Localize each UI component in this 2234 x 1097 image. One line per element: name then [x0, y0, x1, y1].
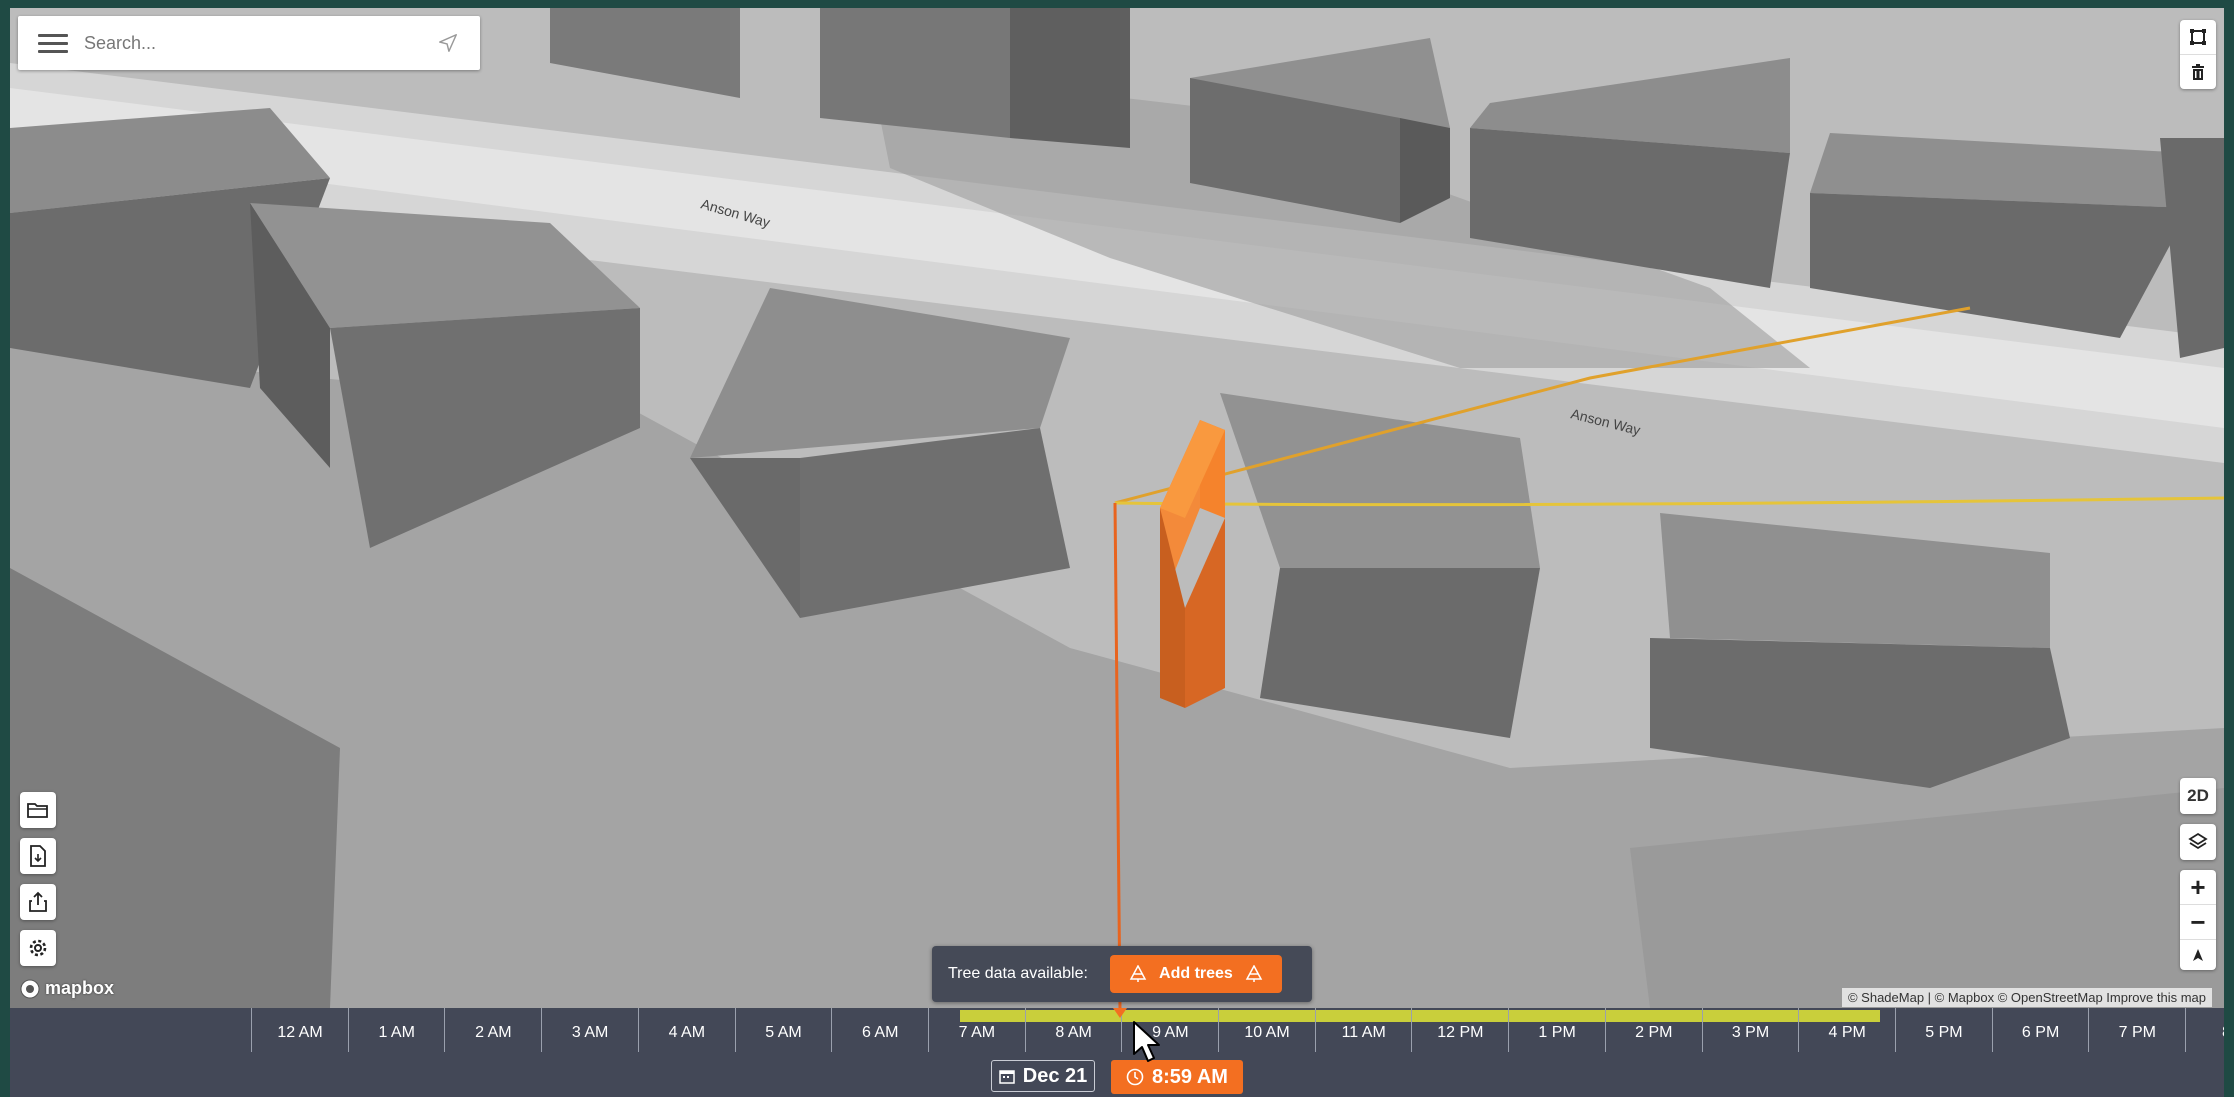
hour-tick-label: 2 PM	[1635, 1024, 1673, 1041]
view-2d-toggle[interactable]: 2D	[2180, 778, 2216, 814]
view-toggle-label: 2D	[2187, 786, 2209, 805]
hour-tick-label: 12 AM	[277, 1024, 323, 1041]
map-canvas[interactable]: Anson Way Anson Way	[10, 8, 2224, 1008]
compass-button[interactable]	[2180, 940, 2216, 970]
trash-icon	[2192, 64, 2204, 80]
hour-tick[interactable]: 10 AM	[1218, 1008, 1315, 1052]
tree-data-banner: Tree data available: Add trees	[932, 946, 1312, 1002]
zoom-in-button[interactable]: +	[2180, 870, 2216, 905]
hour-tick-label: 3 PM	[1731, 1024, 1770, 1041]
hour-tick-label: 4 PM	[1828, 1024, 1866, 1041]
menu-icon[interactable]	[38, 29, 68, 58]
draw-controls	[2180, 20, 2216, 89]
hour-tick-label: 8 P	[2186, 1024, 2224, 1042]
hour-tick[interactable]: 3 AM	[541, 1008, 638, 1052]
hour-tick[interactable]: 6 AM	[831, 1008, 928, 1052]
open-file-button[interactable]	[20, 792, 56, 828]
hour-tick-label: 4 AM	[668, 1024, 706, 1041]
hour-tick[interactable]: 12 AM	[251, 1008, 348, 1052]
hour-tick-label: 10 AM	[1244, 1024, 1290, 1041]
hour-tick-label: 7 PM	[2118, 1024, 2156, 1041]
hour-tick[interactable]: 3 PM	[1701, 1008, 1799, 1052]
hour-tick-label: 3 AM	[571, 1024, 609, 1041]
tree-icon	[1245, 965, 1263, 982]
hour-tick[interactable]: 1 AM	[347, 1008, 445, 1052]
hour-tick-label: 2 AM	[475, 1024, 512, 1041]
search-input[interactable]	[82, 31, 428, 55]
timeline[interactable]: 12 AM 1 AM 2 AM 3 AM 4 AM 5 AM 6 AM 7 AM 8 AM 9 A…	[10, 1008, 2224, 1097]
compass-icon	[2193, 949, 2203, 961]
hour-tick[interactable]: 8 AM	[1024, 1008, 1122, 1052]
hour-tick-label: 8 AM	[1055, 1024, 1092, 1041]
current-time-marker[interactable]	[1113, 1008, 1127, 1018]
hour-tick-label: 7 AM	[958, 1024, 996, 1041]
share-button[interactable]	[20, 884, 56, 920]
tree-data-label: Tree data available:	[948, 965, 1088, 982]
hour-tick-label: 11 AM	[1341, 1024, 1386, 1041]
hour-tick[interactable]: 2 PM	[1604, 1008, 1702, 1052]
app-frame: Anson Way Anson Way Search... 2D + − map…	[10, 8, 2224, 1097]
date-picker-button[interactable]: Dec 21	[991, 1060, 1095, 1092]
hour-tick-label: 1 PM	[1538, 1024, 1576, 1041]
clock-icon	[1126, 1068, 1144, 1086]
hour-tick[interactable]: 7 PM	[2088, 1008, 2185, 1052]
hour-tick[interactable]: 6 PM	[1991, 1008, 2089, 1052]
settings-button[interactable]	[20, 930, 56, 966]
hour-tick[interactable]: 11 AM	[1314, 1008, 1412, 1052]
hour-tick[interactable]: 1 PM	[1508, 1008, 1605, 1052]
hour-tick[interactable]: 12 PM	[1411, 1008, 1508, 1052]
calendar-icon	[999, 1070, 1015, 1084]
hour-tick-label: 5 AM	[765, 1024, 802, 1041]
draw-polygon-button[interactable]	[2180, 20, 2216, 55]
hour-tick[interactable]: 4 PM	[1798, 1008, 1895, 1052]
layers-button[interactable]	[2180, 824, 2216, 860]
zoom-out-button[interactable]: −	[2180, 905, 2216, 940]
tree-icon	[1129, 965, 1147, 982]
mouse-cursor-icon	[1133, 1021, 1160, 1062]
hour-tick[interactable]: 5 AM	[734, 1008, 832, 1052]
hour-tick-label: 1 AM	[378, 1024, 415, 1041]
hour-tick-label: 5 PM	[1925, 1024, 1963, 1041]
map-attribution[interactable]: © ShadeMap | © Mapbox © OpenStreetMap Im…	[1841, 988, 2212, 1007]
hour-tick[interactable]: 5 PM	[1894, 1008, 1992, 1052]
search-bar	[18, 16, 480, 70]
navigation-arrow-icon[interactable]	[428, 32, 468, 54]
hour-tick-label: 6 AM	[861, 1024, 899, 1041]
hour-tick[interactable]: 2 AM	[444, 1008, 541, 1052]
polygon-icon	[2190, 29, 2206, 45]
hour-tick-label: 12 PM	[1437, 1024, 1484, 1041]
hour-tick[interactable]: 7 AM	[927, 1008, 1025, 1052]
share-icon	[29, 891, 47, 912]
gear-icon	[29, 939, 47, 957]
mapbox-logo-icon	[20, 979, 40, 998]
delete-button[interactable]	[2180, 55, 2216, 89]
hour-tick[interactable]: 4 AM	[637, 1008, 735, 1052]
mapbox-logo[interactable]: mapbox	[20, 978, 114, 999]
layers-icon	[2188, 832, 2208, 850]
download-file-button[interactable]	[20, 838, 56, 874]
add-trees-button[interactable]: Add trees	[1109, 955, 1282, 993]
folder-icon	[27, 803, 48, 818]
file-download-icon	[30, 845, 46, 867]
hour-tick[interactable]: 8 P	[2185, 1008, 2224, 1052]
time-picker-button[interactable]: 8:59 AM	[1111, 1060, 1243, 1094]
hour-tick-label: 6 PM	[2021, 1024, 2060, 1041]
zoom-controls: + −	[2180, 870, 2216, 970]
